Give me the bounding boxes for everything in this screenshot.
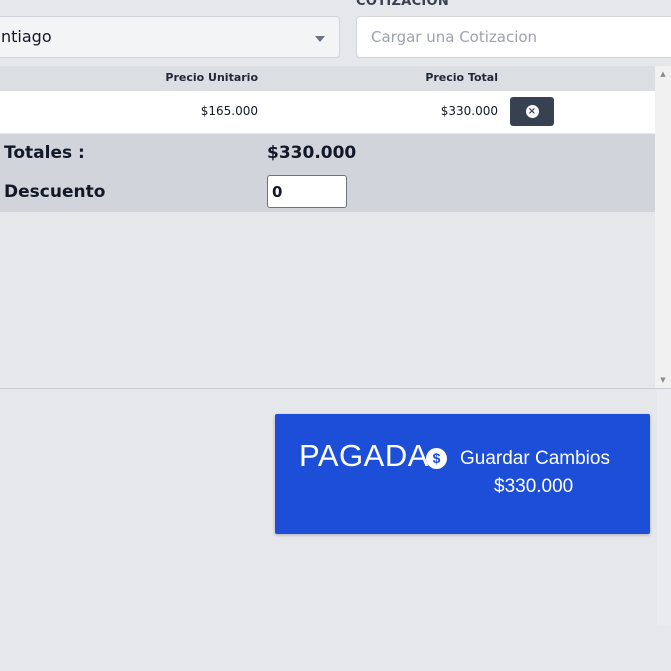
table-scrollbar[interactable]: ▲ ▼ bbox=[655, 66, 671, 388]
discount-label: Descuento bbox=[4, 182, 106, 202]
column-header-unit-price: Precio Unitario bbox=[165, 71, 258, 84]
discount-input[interactable] bbox=[267, 175, 347, 208]
table-row: $165.000 $330.000 × bbox=[0, 91, 655, 134]
payment-status: PAGADA bbox=[299, 438, 429, 473]
x-circle-icon: × bbox=[525, 105, 539, 118]
totals-value: $330.000 bbox=[267, 143, 357, 163]
cell-unit-price: $165.000 bbox=[200, 104, 258, 118]
products-table-panel: Precio Unitario Precio Total $165.000 $3… bbox=[0, 66, 671, 389]
location-select-value: ntiago bbox=[1, 27, 52, 46]
scroll-up-icon[interactable]: ▲ bbox=[655, 70, 671, 78]
page-footer-area bbox=[0, 626, 671, 671]
quote-search-input[interactable] bbox=[356, 16, 671, 58]
location-select[interactable]: ntiago bbox=[0, 16, 340, 58]
save-changes-label: Guardar Cambios bbox=[460, 448, 610, 469]
right-panel-edge bbox=[657, 390, 671, 626]
cell-total-price: $330.000 bbox=[440, 104, 498, 118]
quote-label: COTIZACION bbox=[356, 0, 450, 9]
chevron-down-icon bbox=[315, 36, 325, 42]
save-changes-button[interactable]: PAGADA $ Guardar Cambios $330.000 bbox=[275, 414, 650, 534]
remove-item-button[interactable]: × bbox=[510, 97, 554, 126]
dollar-circle-icon: $ bbox=[426, 448, 447, 469]
totals-label: Totales : bbox=[4, 143, 85, 163]
save-changes-amount: $330.000 bbox=[494, 476, 574, 497]
column-header-total-price: Precio Total bbox=[425, 71, 498, 84]
table-header: Precio Unitario Precio Total bbox=[0, 66, 655, 91]
totals-section: Totales : $330.000 Descuento bbox=[0, 134, 655, 212]
scroll-down-icon[interactable]: ▼ bbox=[655, 376, 671, 384]
